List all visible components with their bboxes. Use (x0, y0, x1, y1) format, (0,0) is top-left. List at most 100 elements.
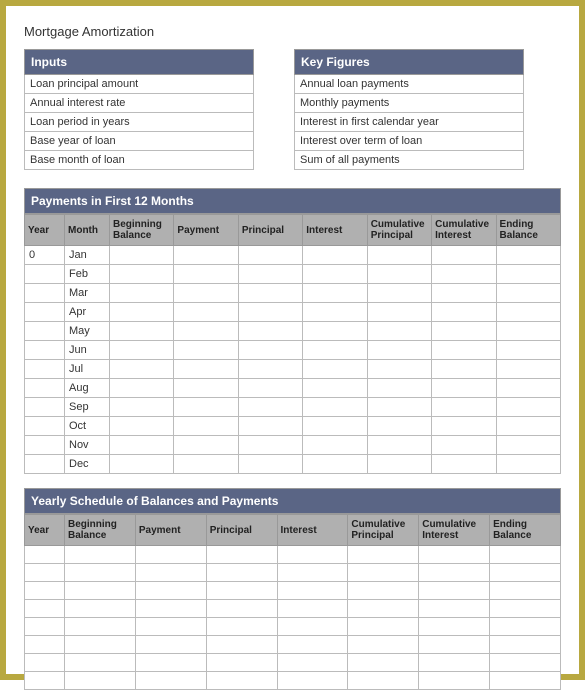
table-cell (490, 672, 561, 690)
table-cell (303, 360, 367, 379)
table-cell (174, 284, 238, 303)
table-cell (110, 322, 174, 341)
table-cell (496, 303, 560, 322)
table-cell (238, 417, 302, 436)
column-header: Interest (277, 515, 348, 546)
table-cell (496, 360, 560, 379)
table-cell (65, 618, 136, 636)
table-cell (25, 379, 65, 398)
input-row: Annual interest rate (24, 94, 254, 113)
table-cell (174, 341, 238, 360)
table-cell (238, 360, 302, 379)
yearly-section: Yearly Schedule of Balances and Payments… (24, 488, 561, 690)
column-header: Month (65, 215, 110, 246)
table-cell (348, 600, 419, 618)
table-cell (110, 265, 174, 284)
table-cell (174, 303, 238, 322)
table-cell (110, 284, 174, 303)
table-cell: Jun (65, 341, 110, 360)
table-cell (238, 398, 302, 417)
table-cell (303, 284, 367, 303)
table-cell (490, 636, 561, 654)
column-header: Beginning Balance (110, 215, 174, 246)
column-header: Cumulative Interest (419, 515, 490, 546)
table-row: 0Jan (25, 246, 561, 265)
table-cell (303, 436, 367, 455)
table-cell (490, 546, 561, 564)
table-cell (65, 654, 136, 672)
table-cell: Jul (65, 360, 110, 379)
table-cell (25, 341, 65, 360)
table-row: Apr (25, 303, 561, 322)
column-header: Payment (135, 515, 206, 546)
table-cell (496, 322, 560, 341)
table-cell (277, 654, 348, 672)
table-cell (277, 672, 348, 690)
table-cell (432, 284, 496, 303)
table-cell (432, 360, 496, 379)
table-cell (25, 436, 65, 455)
table-cell (419, 582, 490, 600)
table-cell: Nov (65, 436, 110, 455)
table-cell (367, 303, 431, 322)
keyfigure-row: Interest over term of loan (294, 132, 524, 151)
inputs-header: Inputs (24, 49, 254, 75)
input-row: Base year of loan (24, 132, 254, 151)
table-cell (367, 322, 431, 341)
table-row: Aug (25, 379, 561, 398)
table-cell: 0 (25, 246, 65, 265)
table-cell (348, 672, 419, 690)
table-cell (303, 417, 367, 436)
table-cell (432, 303, 496, 322)
table-cell (25, 284, 65, 303)
table-cell (419, 564, 490, 582)
table-cell (367, 398, 431, 417)
table-cell (277, 636, 348, 654)
table-cell (490, 600, 561, 618)
table-cell (238, 303, 302, 322)
table-cell (348, 654, 419, 672)
table-cell (174, 455, 238, 474)
table-row (25, 564, 561, 582)
table-cell (432, 398, 496, 417)
table-cell (25, 600, 65, 618)
inputs-panel: Inputs Loan principal amountAnnual inter… (24, 49, 254, 170)
table-cell (238, 455, 302, 474)
table-cell (206, 672, 277, 690)
table-cell: Aug (65, 379, 110, 398)
table-cell (432, 341, 496, 360)
table-row: May (25, 322, 561, 341)
table-cell (277, 546, 348, 564)
table-cell (367, 360, 431, 379)
keyfigure-row: Annual loan payments (294, 75, 524, 94)
table-row: Jun (25, 341, 561, 360)
table-cell (135, 654, 206, 672)
table-cell (238, 436, 302, 455)
table-cell (206, 546, 277, 564)
table-row (25, 654, 561, 672)
table-cell (490, 618, 561, 636)
table-cell (277, 600, 348, 618)
table-cell (174, 322, 238, 341)
table-cell (135, 600, 206, 618)
table-cell (238, 265, 302, 284)
table-cell (367, 436, 431, 455)
input-row: Loan period in years (24, 113, 254, 132)
table-cell (303, 341, 367, 360)
table-cell (174, 417, 238, 436)
table-cell (348, 564, 419, 582)
key-figures-header: Key Figures (294, 49, 524, 75)
table-cell (303, 379, 367, 398)
table-cell: Jan (65, 246, 110, 265)
table-cell (65, 582, 136, 600)
table-cell (135, 546, 206, 564)
table-cell (303, 303, 367, 322)
table-cell (348, 582, 419, 600)
table-cell (174, 379, 238, 398)
table-cell: Mar (65, 284, 110, 303)
table-cell (419, 672, 490, 690)
input-row: Base month of loan (24, 151, 254, 170)
column-header: Year (25, 215, 65, 246)
page-title: Mortgage Amortization (24, 24, 561, 39)
table-cell (174, 246, 238, 265)
